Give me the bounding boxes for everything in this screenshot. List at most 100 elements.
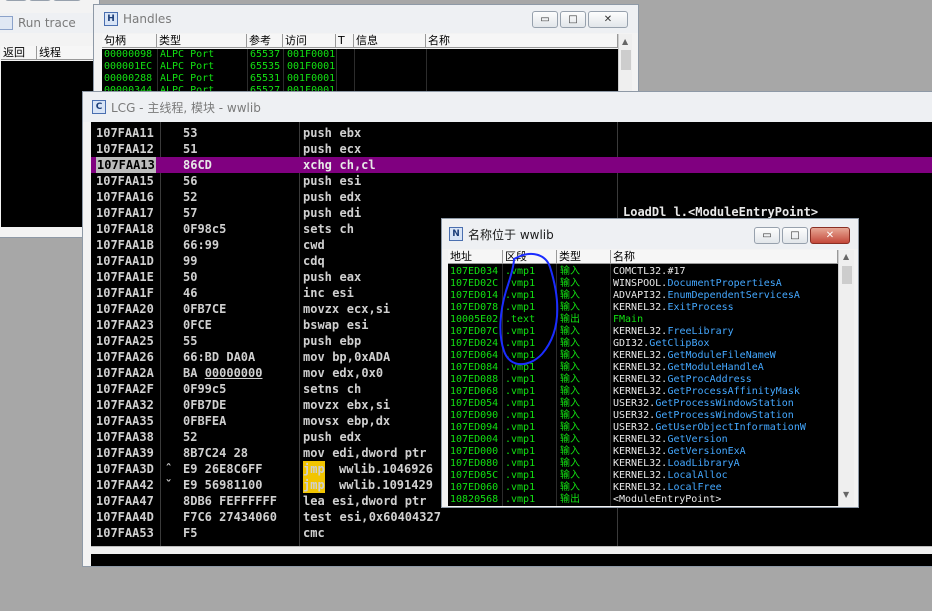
address-cell: 107ED054 [450,398,499,409]
header-handle[interactable]: 句柄 [102,34,157,47]
run-trace-maximize-button[interactable]: □ [29,0,51,1]
table-row[interactable]: 00000098 ALPC Port 65537 001F0001 [102,49,618,61]
scroll-up-arrow-icon[interactable]: ▲ [843,252,849,261]
kind-cell: 输入 [560,362,580,373]
header-thread[interactable]: 线程 [37,46,99,59]
list-item[interactable]: 107ED034 .vmp1 输入 COMCTL32. #17 [448,266,838,278]
list-item[interactable]: 107ED068 .vmp1 输入 KERNEL32. GetProcessAffini… [448,386,838,398]
cell-handle: 00000288 [104,73,153,84]
address-cell: 107FAA38 [96,430,154,444]
address-cell: 107ED088 [450,374,499,385]
handles-minimize-button[interactable]: ▭ [532,11,558,28]
mnemonic-cell: jmp [303,477,325,493]
disasm-row[interactable]: 107FAA13 86CD xchg ch,cl [91,157,932,173]
hex-cell: 56 [183,174,198,188]
disasm-row[interactable]: 107FAA16 52 push edx [91,189,932,205]
header-access[interactable]: 访问 [283,34,336,47]
run-trace-minimize-button[interactable]: ▭ [5,0,27,1]
names-window[interactable]: N 名称位于 wwlib ▭ □ ✕ 地址 区段 类型 名称 107ED034.… [441,218,859,508]
list-item[interactable]: 107ED064 .vmp1 输入 KERNEL32. GetModuleFileNam… [448,350,838,362]
header-type[interactable]: 类型 [157,34,247,47]
address-cell: 107ED084 [450,362,499,373]
names-minimize-button[interactable]: ▭ [754,227,780,244]
module-name: USER32. [613,410,656,421]
handles-close-button[interactable]: ✕ [588,11,628,28]
immediate-value: 0xADA [354,350,391,364]
header-kind[interactable]: 类型 [557,250,611,263]
header-name[interactable]: 名称 [426,34,618,47]
disasm-row[interactable]: 107FAA53 F5 cmc [91,525,932,541]
kind-cell: 输入 [560,434,580,445]
header-t[interactable]: T [336,34,354,47]
list-item[interactable]: 10820568 .vmp1 输出 <ModuleEntryPoint> [448,494,838,506]
scrollbar-thumb[interactable] [621,50,631,70]
run-trace-titlebar[interactable]: Run trace [0,13,99,33]
header-return[interactable]: 返回 [1,46,37,59]
kind-cell: 输入 [560,266,580,277]
disasm-row[interactable]: 107FAA12 51 push ecx [91,141,932,157]
list-item[interactable]: 107ED080 .vmp1 输入 KERNEL32. LoadLibraryA [448,458,838,470]
list-item[interactable]: 107ED078 .vmp1 输入 KERNEL32. ExitProcess [448,302,838,314]
address-cell: 107FAA15 [96,174,154,188]
mnemonic-cell: cdq [303,254,325,268]
list-item[interactable]: 107ED07C .vmp1 输入 KERNEL32. FreeLibrary [448,326,838,338]
list-item[interactable]: 107ED088 .vmp1 输入 KERNEL32. GetProcAddress [448,374,838,386]
kind-cell: 输入 [560,470,580,481]
header-section[interactable]: 区段 [503,250,557,263]
section-cell: .vmp1 [505,446,536,457]
scroll-down-arrow-icon[interactable]: ▼ [843,490,849,499]
address-cell: 107ED014 [450,290,499,301]
names-list[interactable]: 107ED034 .vmp1 输入 COMCTL32. #17 107ED02C .vmp1… [448,264,838,506]
address-cell: 107ED05C [450,470,499,481]
list-item[interactable]: 107ED090 .vmp1 输入 USER32. GetProcessWindowSt… [448,410,838,422]
list-item[interactable]: 107ED004 .vmp1 输入 KERNEL32. GetVersion [448,434,838,446]
list-item[interactable]: 107ED094 .vmp1 输入 USER32. GetUserObjectInfor… [448,422,838,434]
list-item[interactable]: 107ED014 .vmp1 输入 ADVAPI32. EnumDependentSer… [448,290,838,302]
header-info[interactable]: 信息 [354,34,426,47]
list-item[interactable]: 107ED054 .vmp1 输入 USER32. GetProcessWindowSt… [448,398,838,410]
kind-cell: 输入 [560,398,580,409]
app-icon [0,16,13,30]
run-trace-close-button[interactable]: ✕ [53,0,81,1]
list-item[interactable]: 107ED084 .vmp1 输入 KERNEL32. GetModuleHandleA [448,362,838,374]
cpu-titlebar[interactable]: C LCG - 主线程, 模块 - wwlib [83,92,932,122]
list-item[interactable]: 107ED05C .vmp1 输入 KERNEL32. LocalAlloc [448,470,838,482]
disasm-row[interactable]: 107FAA11 53 push ebx [91,125,932,141]
address-cell: 107FAA17 [96,206,154,220]
list-item[interactable]: 107ED024 .vmp1 输入 GDI32. GetClipBox [448,338,838,350]
operand-size-keyword: dword ptr [361,494,427,508]
address-cell: 107FAA18 [96,222,154,236]
names-controls: ▭ □ ✕ [754,227,850,244]
table-row[interactable]: 00000288 ALPC Port 65531 001F0001 [102,73,618,85]
scrollbar-thumb[interactable] [842,266,852,284]
header-address[interactable]: 地址 [448,250,503,263]
table-row[interactable]: 000001EC ALPC Port 65535 001F0001 [102,61,618,73]
operand-cell: ecx,si [346,302,391,316]
names-close-button[interactable]: ✕ [810,227,850,244]
address-cell: 107ED064 [450,350,499,361]
header-ref[interactable]: 参考 [247,34,283,47]
address-cell: 107ED034 [450,266,499,277]
module-name: KERNEL32. [613,362,668,373]
handles-maximize-button[interactable]: □ [560,11,586,28]
module-name: USER32. [613,398,656,409]
disasm-row[interactable]: 107FAA15 56 push esi [91,173,932,189]
cpu-hscroll[interactable] [91,546,932,554]
names-scrollbar[interactable]: ▲ ▼ [838,250,854,506]
operand-cell: edi [339,206,362,220]
disasm-row[interactable]: 107FAA4D F7C6 27434060 test esi, 0x60404327 [91,509,932,525]
hex-cell: 0F98c5 [183,222,227,236]
names-maximize-button[interactable]: □ [782,227,808,244]
list-item[interactable]: 107ED02C .vmp1 输入 WINSPOOL. DocumentProperti… [448,278,838,290]
section-cell: .vmp1 [505,422,536,433]
list-item[interactable]: 107ED000 .vmp1 输入 KERNEL32. GetVersionExA [448,446,838,458]
mnemonic-cell: push [303,190,332,204]
module-name: USER32. [613,422,656,433]
immediate-value: 0x0 [361,366,384,380]
list-item[interactable]: 10005E02 .text 输出 FMain [448,314,838,326]
header-symbol-name[interactable]: 名称 [611,250,838,263]
section-cell: .vmp1 [505,434,536,445]
list-item[interactable]: 107ED060 .vmp1 输入 KERNEL32. LocalFree [448,482,838,494]
scroll-up-arrow-icon[interactable]: ▲ [622,37,628,46]
kind-cell: 输入 [560,338,580,349]
